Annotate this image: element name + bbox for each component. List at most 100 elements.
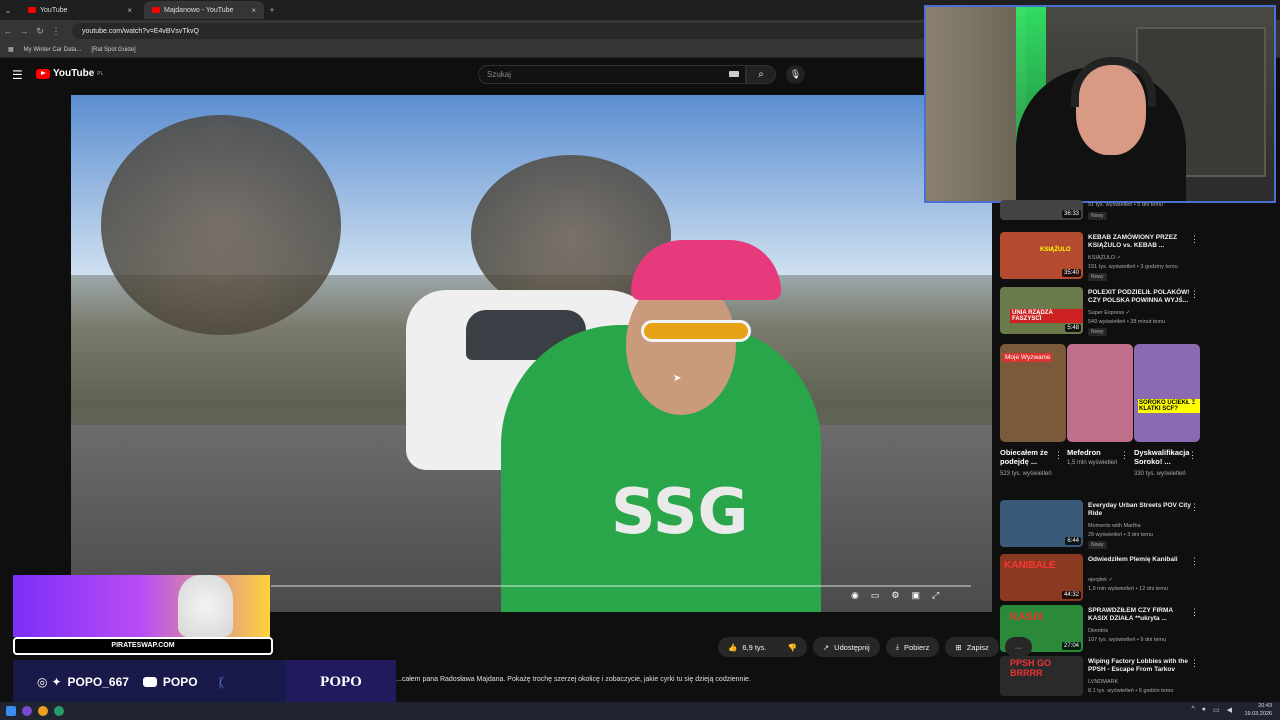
tab-label: YouTube <box>40 6 68 14</box>
search-icon[interactable]: ⌕ <box>746 65 776 84</box>
bookmark-item[interactable]: My Winter Car Data... <box>24 47 82 53</box>
video-title[interactable]: POLEXIT PODZIELIŁ POLAKÓW! CZY POLSKA PO… <box>1088 289 1193 306</box>
more-icon[interactable]: ⋮ <box>1054 450 1063 461</box>
short-thumbnail[interactable] <box>1067 344 1133 442</box>
channel-name[interactable]: LVNDMARK <box>1088 679 1118 685</box>
short-thumbnail[interactable]: SOROKO UCIEKŁ Z KLATKI SCF? <box>1134 344 1200 442</box>
video-meta: 107 tys. wyświetleń • 9 dni temu <box>1088 637 1167 643</box>
search-input[interactable]: Szukaj <box>478 65 746 84</box>
apps-icon[interactable]: ▦ <box>8 46 14 53</box>
youtube-favicon-icon <box>152 7 160 13</box>
more-button[interactable]: ··· <box>1004 637 1033 657</box>
chrome-icon[interactable] <box>38 706 48 716</box>
keyboard-icon[interactable] <box>729 71 739 77</box>
save-label: Zapisz <box>966 642 989 652</box>
mic-icon[interactable]: 🎙 <box>786 65 805 84</box>
reload-icon[interactable]: ↻ <box>32 26 48 37</box>
channel-name[interactable]: Diendris <box>1088 628 1108 634</box>
fullscreen-icon[interactable]: ⤢ <box>932 590 939 601</box>
app-icon[interactable] <box>54 706 64 716</box>
channel-name[interactable]: Super Express ✓ <box>1088 310 1130 316</box>
video-meta: 91 tys. wyświetleń • 5 dni temu <box>1088 202 1163 208</box>
more-icon[interactable]: ⋮ <box>1190 607 1199 618</box>
video-thumbnail[interactable]: 6:44 <box>1000 500 1083 547</box>
more-icon[interactable]: ⋮ <box>1190 502 1199 513</box>
theater-icon[interactable]: ▣ <box>911 590 920 601</box>
like-button[interactable]: 👍 6,9 tys. 👎 <box>718 637 807 657</box>
app-icon[interactable] <box>22 706 32 716</box>
save-button[interactable]: ⊞ Zapisz <box>945 637 999 657</box>
duration-badge: 27:04 <box>1061 642 1081 650</box>
more-icon[interactable]: ⋮ <box>1190 234 1199 245</box>
dislike-icon[interactable]: 👎 <box>788 643 797 652</box>
download-button[interactable]: ⤓ Pobierz <box>885 637 940 657</box>
short-meta: 1,5 mln wyświetleń <box>1067 460 1118 466</box>
volume-icon[interactable]: ◀ <box>1227 706 1232 714</box>
channel-name[interactable]: Moments with Martha <box>1088 523 1141 529</box>
autoplay-icon[interactable]: ◉ <box>851 590 859 601</box>
new-badge: Nowy <box>1088 212 1107 220</box>
progress-bar[interactable] <box>271 585 971 587</box>
short-title[interactable]: Dyskwalifikacja Soroko! ... <box>1134 448 1189 467</box>
site-info-icon[interactable]: ⋮ <box>48 26 64 37</box>
player-controls: ◉ ▭ ⚙ ▣ ⤢ <box>851 590 939 601</box>
menu-icon[interactable]: ☰ <box>12 68 23 82</box>
video-title[interactable]: Everyday Urban Streets POV City Ride <box>1088 502 1193 519</box>
channel-name[interactable]: ojeojtek ✓ <box>1088 577 1113 583</box>
video-title[interactable]: Wiping Factory Lobbies with the PPSH - E… <box>1088 658 1193 675</box>
video-description[interactable]: ...całem pana Radosława Majdana. Pokażę … <box>396 676 751 683</box>
list-item[interactable]: KANIBALE 44:32 Odwiedziłem Plemię Kaniba… <box>998 554 1203 609</box>
duration-badge: 5:48 <box>1065 324 1081 332</box>
tab-majdanowo[interactable]: Majdanowo - YouTube × <box>144 1 264 19</box>
video-title[interactable]: KEBAB ZAMÓWIONY PRZEZ KSIĄŻULO vs. KEBAB… <box>1088 234 1193 251</box>
video-thumbnail[interactable]: KSIĄŻULO 35:40 <box>1000 232 1083 279</box>
list-item[interactable]: 36:33 91 tys. wyświetleń • 5 dni temu No… <box>998 200 1203 228</box>
tab-youtube[interactable]: YouTube × <box>20 1 140 19</box>
subtitles-icon[interactable]: ▭ <box>871 590 880 601</box>
video-title[interactable]: SPRAWDZIŁEM CZY FIRMA KASIX DZIAŁA **ukr… <box>1088 607 1193 624</box>
network-icon[interactable]: ▭ <box>1213 706 1220 714</box>
more-icon[interactable]: ⋮ <box>1188 450 1197 461</box>
video-thumbnail[interactable]: PPSH GO BRRRR <box>1000 656 1083 696</box>
mic-tray-icon[interactable]: ● <box>1202 706 1206 714</box>
close-tab-icon[interactable]: × <box>251 6 256 15</box>
video-thumbnail[interactable]: UNIA RZĄDZA FASZYSCI 5:48 <box>1000 287 1083 334</box>
list-item[interactable]: PPSH GO BRRRR Wiping Factory Lobbies wit… <box>998 656 1203 701</box>
like-count: 6,9 tys. <box>742 642 767 652</box>
video-thumbnail[interactable]: KANIBALE 44:32 <box>1000 554 1083 601</box>
tab-list-icon[interactable]: ⌄ <box>0 5 16 16</box>
new-tab-button[interactable]: + <box>264 5 280 15</box>
video-thumbnail[interactable]: 36:33 <box>1000 200 1083 220</box>
list-item[interactable]: 6:44 Everyday Urban Streets POV City Rid… <box>998 500 1203 555</box>
youtube-logo[interactable]: YouTube PL <box>36 68 103 79</box>
chevron-right-icon[interactable]: › <box>1190 397 1193 408</box>
video-player[interactable]: SSG ◉ ▭ ⚙ ▣ ⤢ <box>71 95 992 612</box>
duration-badge: 35:40 <box>1061 269 1081 277</box>
system-clock[interactable]: 20:43 19.03.2026 <box>1244 703 1272 718</box>
start-icon[interactable] <box>6 706 16 716</box>
video-title[interactable]: Odwiedziłem Plemię Kanibali <box>1088 556 1193 564</box>
url-field[interactable]: youtube.com/watch?v=E4vBVsvTkvQ <box>72 23 952 39</box>
short-thumbnail[interactable]: Moje Wyzwanie <box>1000 344 1066 442</box>
back-icon[interactable]: ← <box>0 26 16 36</box>
more-icon[interactable]: ⋮ <box>1120 450 1129 461</box>
bookmark-item[interactable]: [Rat Spot Guide] <box>91 47 135 53</box>
video-meta: 29 wyświetleń • 3 dni temu <box>1088 532 1153 538</box>
list-item[interactable]: KSIĄŻULO 35:40 KEBAB ZAMÓWIONY PRZEZ KSI… <box>998 232 1203 287</box>
tray-chevron-icon[interactable]: ^ <box>1191 706 1194 714</box>
settings-icon[interactable]: ⚙ <box>891 590 899 601</box>
forward-icon[interactable]: → <box>16 26 32 36</box>
person-glasses <box>641 320 751 342</box>
youtube-icon <box>142 677 157 687</box>
share-button[interactable]: ↗ Udostępnij <box>812 637 880 657</box>
close-tab-icon[interactable]: × <box>127 6 132 15</box>
more-icon[interactable]: ⋮ <box>1190 556 1199 567</box>
shorts-shelf: Moje Wyzwanie SOROKO UCIEKŁ Z KLATKI SCF… <box>998 344 1203 494</box>
short-meta: 330 tys. wyświetleń <box>1134 471 1186 477</box>
more-icon[interactable]: ⋮ <box>1190 658 1199 669</box>
search-placeholder: Szukaj <box>487 70 512 79</box>
channel-name[interactable]: KSIĄŻULO ✓ <box>1088 255 1121 261</box>
list-item[interactable]: UNIA RZĄDZA FASZYSCI 5:48 POLEXIT PODZIE… <box>998 287 1203 342</box>
more-icon[interactable]: ⋮ <box>1190 289 1199 300</box>
duration-badge: 36:33 <box>1061 210 1081 218</box>
